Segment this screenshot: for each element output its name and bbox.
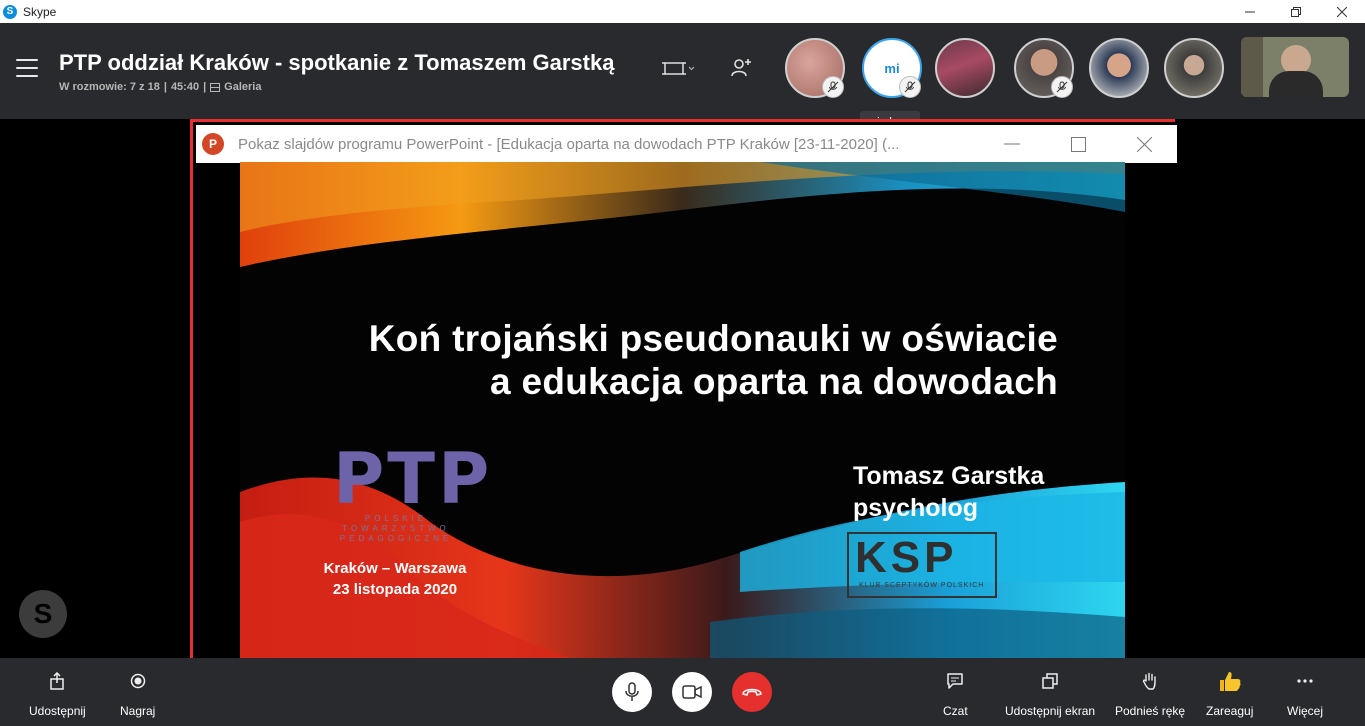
presentation-slide: Koń trojański pseudonauki w oświacie a e… xyxy=(240,162,1125,658)
slide-heading: Koń trojański pseudonauki w oświacie a e… xyxy=(240,317,1058,403)
ptp-logo-letters: PTP xyxy=(333,438,493,520)
restore-icon xyxy=(1291,6,1301,17)
call-subtitle: W rozmowie: 7 z 18 | 45:40 | Galeria xyxy=(59,81,261,93)
more-icon xyxy=(1297,679,1313,683)
skype-logo-icon: S xyxy=(3,4,17,19)
chat-label: Czat xyxy=(943,704,968,718)
more-button[interactable]: Więcej xyxy=(1287,658,1323,726)
participant-video[interactable] xyxy=(1164,38,1224,98)
skype-watermark-icon: S xyxy=(19,590,67,638)
close-icon xyxy=(1337,6,1347,17)
slide-heading-line1: Koń trojański pseudonauki w oświacie xyxy=(368,318,1058,359)
share-label: Udostępnij xyxy=(29,704,86,718)
pp-close-button[interactable] xyxy=(1111,125,1177,163)
share-button[interactable]: Udostępnij xyxy=(29,658,86,726)
slide-date: 23 listopada 2020 xyxy=(332,581,458,598)
participant-video-tile[interactable] xyxy=(1241,37,1349,97)
hang-up-icon xyxy=(742,688,762,696)
powerpoint-window-title: Pokaz slajdów programu PowerPoint - [Edu… xyxy=(238,135,900,153)
slide-heading-line2: a edukacja oparta na dowodach xyxy=(490,361,1058,402)
minimize-icon xyxy=(1004,143,1020,145)
add-person-icon xyxy=(731,59,751,77)
participant-video[interactable] xyxy=(1089,38,1149,98)
hang-up-button[interactable] xyxy=(732,672,772,712)
share-screen-icon xyxy=(1042,673,1058,689)
more-label: Więcej xyxy=(1287,704,1324,718)
raise-hand-label: Podnieś rękę xyxy=(1115,704,1186,718)
subtitle-separator: | xyxy=(203,81,207,93)
call-header: PTP oddział Kraków - spotkanie z Tomasze… xyxy=(0,23,1365,119)
share-screen-button[interactable]: Udostępnij ekran xyxy=(1005,658,1095,726)
record-button[interactable]: Nagraj xyxy=(120,658,155,726)
react-label: Zareaguj xyxy=(1206,704,1254,718)
subtitle-separator: | xyxy=(163,81,167,93)
gallery-icon xyxy=(210,82,221,92)
skype-app: S Skype PTP oddział Kraków - spotkanie z… xyxy=(0,0,1365,726)
share-screen-label: Udostępnij ekran xyxy=(1005,704,1096,718)
window-controls xyxy=(1227,0,1365,23)
muted-mic-icon xyxy=(1051,76,1073,98)
author-name: Tomasz Garstka xyxy=(853,462,1045,490)
ptp-sub-line3: PEDAGOGICZNE xyxy=(339,534,453,543)
participants-count: W rozmowie: 7 z 18 xyxy=(59,81,160,93)
slide-location-date: Kraków – Warszawa 23 listopada 2020 xyxy=(300,558,490,600)
call-duration: 45:40 xyxy=(170,81,200,93)
chat-icon xyxy=(947,673,964,689)
menu-icon[interactable] xyxy=(16,59,38,77)
layout-switch-button[interactable] xyxy=(662,59,696,84)
video-camera-icon xyxy=(682,685,702,699)
camera-button[interactable] xyxy=(672,672,712,712)
participant-video[interactable] xyxy=(935,38,995,98)
powerpoint-logo-icon: P xyxy=(202,133,224,155)
muted-mic-icon xyxy=(899,76,921,98)
pp-maximize-button[interactable] xyxy=(1045,125,1111,163)
ksp-logo-letters: KSP xyxy=(855,533,958,582)
author-role: psycholog xyxy=(853,494,979,522)
fullscreen-layout-icon xyxy=(662,62,695,75)
maximize-icon xyxy=(1070,136,1086,152)
minimize-button[interactable] xyxy=(1227,0,1273,23)
call-title: PTP oddział Kraków - spotkanie z Tomasze… xyxy=(59,50,615,75)
window-title: Skype xyxy=(23,4,57,19)
record-icon xyxy=(130,673,145,689)
raise-hand-icon xyxy=(1142,672,1156,690)
slide-author: Tomasz Garstka psycholog xyxy=(853,460,1044,524)
call-toolbar: Udostępnij Nagraj Czat Udostępnij ekran … xyxy=(0,658,1365,726)
pp-minimize-button[interactable] xyxy=(979,125,1045,163)
minimize-icon xyxy=(1245,11,1255,12)
chat-button[interactable]: Czat xyxy=(943,658,968,726)
microphone-icon xyxy=(625,682,639,701)
share-icon xyxy=(50,672,65,690)
powerpoint-window-controls xyxy=(979,125,1177,163)
record-label: Nagraj xyxy=(120,704,156,718)
close-button[interactable] xyxy=(1319,0,1365,23)
view-mode-label[interactable]: Galeria xyxy=(224,81,261,93)
ptp-sub-line2: TOWARZYSTWO xyxy=(342,524,450,533)
powerpoint-titlebar: P Pokaz slajdów programu PowerPoint - [E… xyxy=(196,125,1177,163)
window-titlebar: S Skype xyxy=(0,0,1365,23)
react-button[interactable]: Zareaguj xyxy=(1206,658,1253,726)
muted-mic-icon xyxy=(822,76,844,98)
ksp-logo-subtitle: KLUB SCEPTYKÓW POLSKICH xyxy=(859,582,985,589)
ptp-logo: PTP POLSKIE TOWARZYSTWO PEDAGOGICZNE xyxy=(333,438,493,544)
close-icon xyxy=(1136,136,1152,152)
add-participant-button[interactable] xyxy=(730,57,752,84)
slide-location: Kraków – Warszawa xyxy=(323,560,467,577)
restore-button[interactable] xyxy=(1273,0,1319,23)
raise-hand-button[interactable]: Podnieś rękę xyxy=(1115,658,1185,726)
microphone-button[interactable] xyxy=(612,672,652,712)
thumbs-up-icon xyxy=(1219,672,1241,691)
ksp-logo: KSP KLUB SCEPTYKÓW POLSKICH xyxy=(847,532,997,598)
